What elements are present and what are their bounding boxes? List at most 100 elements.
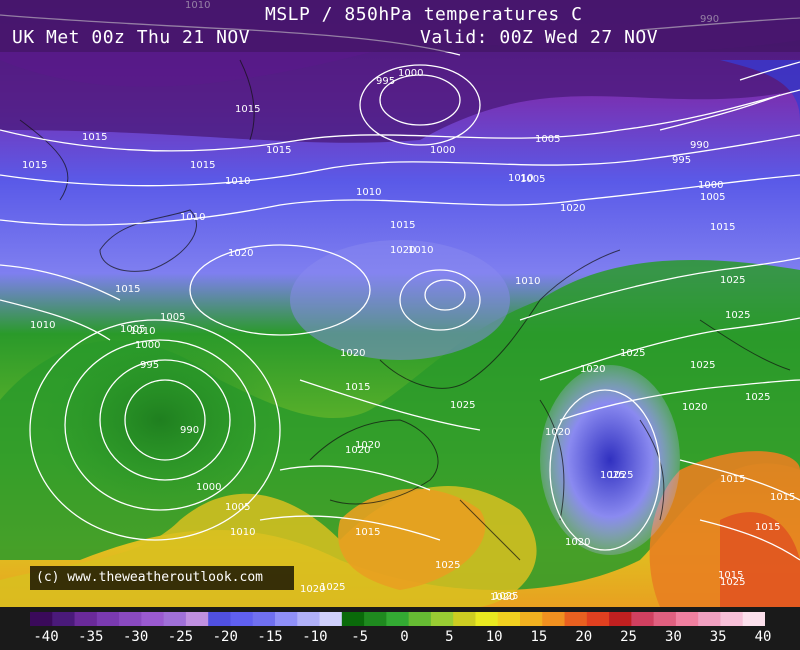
isobar-label: 1015 — [345, 382, 370, 393]
copyright-notice[interactable]: (c) www.theweatheroutlook.com — [30, 566, 294, 590]
isobar-label: 1010 — [356, 187, 381, 198]
isobar-label: 1000 — [135, 340, 160, 351]
colorbar-swatch — [74, 612, 98, 626]
isobar-label: 1020 — [560, 203, 585, 214]
colorbar-swatch — [52, 612, 76, 626]
isobar-label: 1000 — [398, 68, 423, 79]
colorbar-tick-label: -20 — [212, 629, 238, 645]
isobar-label: 1015 — [235, 104, 260, 115]
colorbar-tick-label: -30 — [122, 629, 149, 645]
colorbar-tick-label: 25 — [620, 629, 637, 645]
isobar-label: 1015 — [190, 160, 215, 171]
colorbar-swatch — [408, 612, 432, 626]
isobar-label: 990 — [690, 140, 709, 151]
colorbar-tick-label: 20 — [575, 629, 593, 645]
isobar-label: 1020 — [340, 348, 365, 359]
valid-time-label: Valid: 00Z Wed 27 NOV — [420, 27, 659, 48]
colorbar-tick-label: 35 — [709, 629, 727, 645]
colorbar-swatch — [564, 612, 588, 626]
colorbar-tick-label: -15 — [257, 629, 283, 645]
model-run-label: UK Met 00z Thu 21 NOV — [12, 27, 251, 48]
isobar-label: 1025 — [493, 591, 518, 602]
colorbar-swatch — [653, 612, 677, 626]
isobar-label: 1000 — [430, 145, 455, 156]
colorbar-swatch — [252, 612, 276, 626]
isobar-label: 1025 — [450, 400, 475, 411]
isobar-label: 1015 — [755, 522, 780, 533]
colorbar-swatch — [208, 612, 231, 626]
isobar-label: 995 — [376, 76, 395, 87]
colorbar-swatch — [341, 612, 365, 626]
isobar-label: 1015 — [390, 220, 415, 231]
colorbar-swatch — [275, 612, 298, 626]
isobar-label: 1000 — [196, 482, 221, 493]
low-pressure-centre — [40, 330, 280, 510]
isobar-label: 1015 — [22, 160, 47, 171]
colorbar-swatch — [475, 612, 499, 626]
colorbar-tick-label: -25 — [167, 629, 194, 645]
colorbar-swatch — [720, 612, 744, 626]
colorbar-tick-label: 30 — [664, 629, 682, 645]
colorbar-tick-label: 5 — [445, 629, 454, 645]
isobar-label: 995 — [140, 360, 159, 371]
colorbar-tick-label: -5 — [351, 629, 369, 645]
isobar-label: 990 — [180, 425, 199, 436]
colorbar-swatch — [297, 612, 321, 626]
colorbar-swatch — [631, 612, 655, 626]
colorbar-tick-label: 0 — [400, 629, 409, 645]
colorbar-swatch — [497, 612, 521, 626]
isobar-label: 1000 — [698, 180, 723, 191]
isobar-label: 1005 — [535, 134, 560, 145]
colorbar-tick-label: -35 — [78, 629, 104, 645]
isobar-label: 1005 — [700, 192, 725, 203]
colorbar-swatch — [742, 612, 765, 626]
isobar-label: 1005 — [520, 174, 545, 185]
colorbar-swatch — [675, 612, 699, 626]
colorbar-swatch — [230, 612, 254, 626]
weather-map: 1010990100099510001005990995100010051015… — [0, 0, 800, 607]
isobar-label: 1010 — [225, 176, 250, 187]
temperature-colorbar — [30, 612, 765, 626]
isobar-label: 1025 — [620, 348, 645, 359]
colorbar-swatch — [96, 612, 120, 626]
isobar-label: 995 — [672, 155, 691, 166]
isobar-label: 1025 — [725, 310, 750, 321]
colorbar-swatch — [520, 612, 543, 626]
colorbar-tick-label: 40 — [754, 629, 772, 645]
isobar-label: 1005 — [160, 312, 185, 323]
isobar-label: 1020 — [565, 537, 590, 548]
isobar-label: 1020 — [228, 248, 253, 259]
colorbar-swatch — [119, 612, 142, 626]
isobar-label: 1005 — [120, 324, 145, 335]
colorbar-tick-label: -40 — [33, 629, 59, 645]
isobar-label: 1015 — [266, 145, 291, 156]
colorbar-tick-label: 10 — [485, 629, 503, 645]
isobar-label: 1020 — [580, 364, 605, 375]
isobar-label: 1025 — [720, 275, 745, 286]
colorbar-swatch — [386, 612, 410, 626]
isobar-label: 1010 — [30, 320, 55, 331]
isobar-label: 1025 — [608, 470, 633, 481]
isobar-label: 1025 — [320, 582, 345, 593]
isobar-label: 1015 — [82, 132, 107, 143]
colorbar-swatch — [163, 612, 187, 626]
colorbar-swatch — [609, 612, 632, 626]
colorbar-tick-label: -10 — [302, 629, 328, 645]
colorbar-swatch — [586, 612, 610, 626]
colorbar-swatch — [319, 612, 343, 626]
isobar-label: 1010 — [515, 276, 540, 287]
colorbar-swatch — [698, 612, 721, 626]
isobar-label: 1020 — [345, 445, 370, 456]
isobar-label: 1010 — [230, 527, 255, 538]
isobar-label: 1020 — [545, 427, 570, 438]
colorbar-swatch — [30, 612, 53, 626]
colorbar-swatch — [542, 612, 566, 626]
isobar-label: 1015 — [115, 284, 140, 295]
isobar-label: 1015 — [355, 527, 380, 538]
colorbar-swatch — [141, 612, 165, 626]
isobar-label: 1025 — [690, 360, 715, 371]
isobar-label: 1015 — [770, 492, 795, 503]
chart-title: MSLP / 850hPa temperatures C — [265, 4, 583, 25]
isobar-label: 1020 — [682, 402, 707, 413]
isobar-label: 1025 — [435, 560, 460, 571]
